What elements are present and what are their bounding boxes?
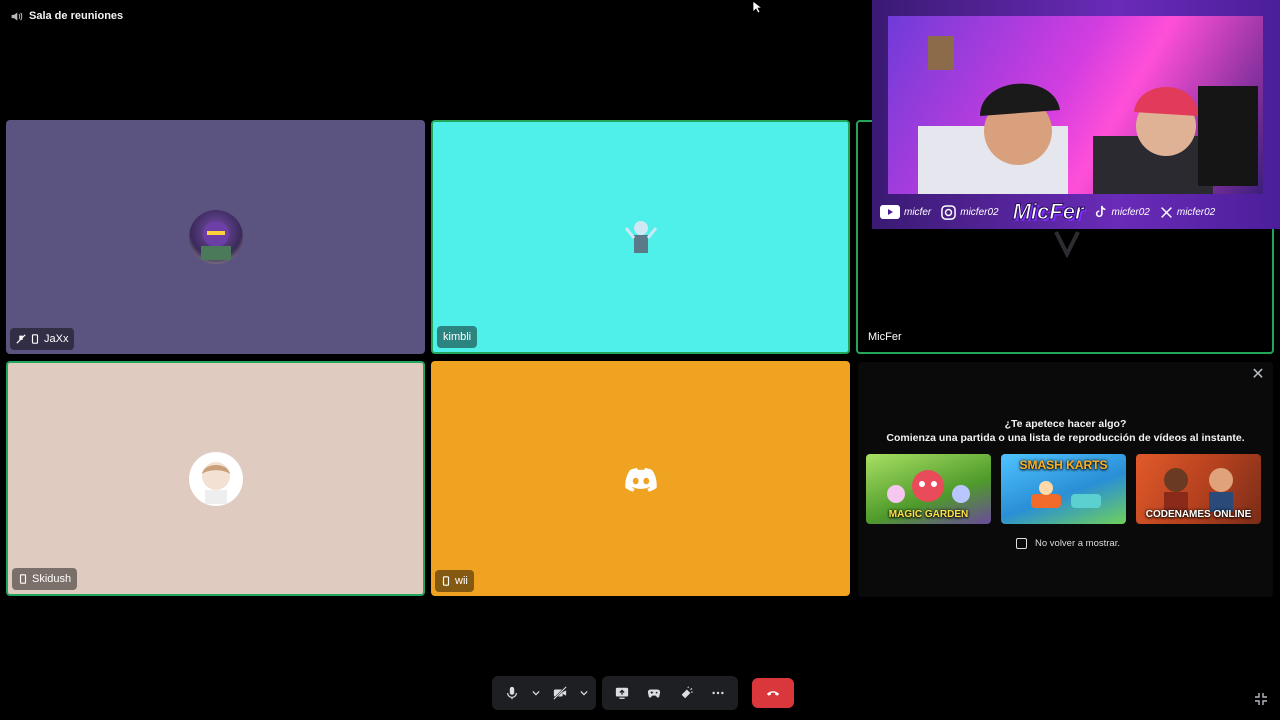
audio-video-group: [492, 676, 596, 710]
dont-show-label: No volver a mostrar.: [1035, 538, 1120, 549]
participant-tile-kimbli[interactable]: kimbli: [431, 120, 850, 354]
game-label: MAGIC GARDEN: [888, 509, 969, 520]
game-card-magic-garden[interactable]: MAGIC GARDEN: [866, 454, 991, 524]
mouse-cursor-icon: [752, 0, 762, 14]
call-controls: [492, 676, 794, 710]
speaker-icon: [11, 11, 23, 21]
channel-header: Sala de reuniones: [10, 8, 123, 24]
nametag: kimbli: [437, 326, 478, 348]
dont-show-option[interactable]: No volver a mostrar.: [1016, 538, 1120, 549]
webcam-feed: [888, 16, 1263, 194]
tiktok-handle: micfer02: [1111, 206, 1150, 218]
soundboard-button[interactable]: [672, 679, 700, 707]
chevron-down-icon: [532, 690, 540, 696]
activity-button[interactable]: [640, 679, 668, 707]
participant-name: JaXx: [44, 333, 69, 345]
game-label: SMASH KARTS: [1019, 458, 1108, 472]
activity-subtitle: Comienza una partida o una lista de repr…: [886, 432, 1245, 444]
game-label: CODENAMES ONLINE: [1145, 509, 1252, 520]
participant-name: MicFer: [868, 331, 902, 343]
webcam-image: [918, 36, 1258, 194]
mobile-icon: [31, 334, 39, 344]
instagram-icon: [941, 204, 957, 220]
avatar: [188, 210, 243, 264]
camera-off-icon: [553, 686, 567, 700]
disconnect-button[interactable]: [752, 678, 794, 708]
hang-up-icon: [766, 691, 780, 696]
tiktok-icon: [1095, 205, 1105, 218]
youtube-icon: [880, 205, 900, 219]
youtube-handle: micfer: [904, 206, 932, 218]
screen-share-icon: [615, 687, 629, 699]
more-icon: [712, 691, 724, 695]
microphone-icon: [507, 686, 517, 700]
social-links: micfer micfer02 MicFer micfer02 micfer02: [880, 199, 1272, 225]
discord-logo-icon: [625, 468, 657, 492]
avatar: [188, 451, 243, 506]
mobile-icon: [442, 576, 450, 586]
game-card-codenames[interactable]: CODENAMES ONLINE: [1136, 454, 1261, 524]
channel-logo-icon: [1054, 231, 1080, 258]
stream-webcam-overlay: micfer micfer02 MicFer micfer02 micfer02: [872, 0, 1280, 229]
exit-fullscreen-icon[interactable]: [1254, 692, 1268, 706]
participant-tile-jaxx[interactable]: JaXx: [6, 120, 425, 354]
participant-name: wii: [455, 575, 468, 587]
x-handle: micfer02: [1176, 206, 1216, 218]
more-button[interactable]: [704, 679, 732, 707]
mic-muted-icon: [16, 334, 26, 344]
participant-name: kimbli: [443, 331, 472, 343]
activity-title: ¿Te apetece hacer algo?: [1004, 418, 1127, 430]
close-icon[interactable]: ✕: [1251, 367, 1265, 383]
screen-share-button[interactable]: [608, 679, 636, 707]
participant-name: Skidush: [32, 573, 72, 585]
soundboard-icon: [681, 686, 693, 699]
channel-name: Sala de reuniones: [29, 10, 124, 22]
mobile-icon: [19, 574, 27, 584]
gamepad-icon: [647, 689, 661, 698]
dont-show-checkbox[interactable]: [1016, 538, 1027, 549]
mic-options-button[interactable]: [530, 679, 542, 707]
instagram-handle: micfer02: [960, 206, 999, 218]
nametag: wii: [435, 570, 474, 592]
participant-tile-skidush[interactable]: Skidush: [6, 361, 425, 596]
avatar: [613, 210, 668, 264]
camera-options-button[interactable]: [578, 679, 590, 707]
mic-button[interactable]: [498, 679, 526, 707]
actions-group: [602, 676, 738, 710]
nametag: JaXx: [10, 328, 75, 350]
participant-tile-wii[interactable]: wii: [431, 361, 850, 596]
x-icon: [1160, 206, 1172, 218]
chevron-down-icon: [580, 690, 588, 696]
camera-button[interactable]: [546, 679, 574, 707]
nametag: MicFer: [862, 326, 908, 348]
brand-logo: MicFer: [1012, 199, 1084, 225]
game-card-smash-karts[interactable]: SMASH KARTS: [1001, 454, 1126, 524]
nametag: Skidush: [12, 568, 78, 590]
activity-suggestion-panel: ✕ ¿Te apetece hacer algo? Comienza una p…: [858, 362, 1273, 597]
